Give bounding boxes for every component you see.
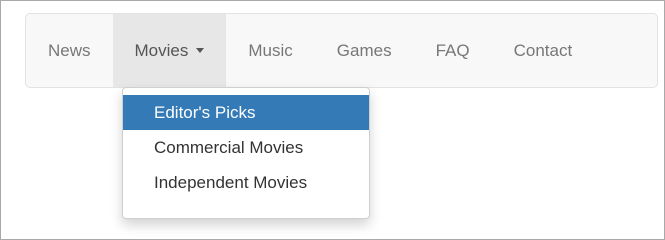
screenshot-frame: News Movies Music Games FAQ Contact Edit…	[0, 0, 665, 240]
nav-item-games[interactable]: Games	[315, 14, 414, 87]
nav-item-music[interactable]: Music	[226, 14, 314, 87]
caret-down-icon	[196, 48, 205, 53]
navbar: News Movies Music Games FAQ Contact	[25, 13, 658, 88]
nav-item-label: FAQ	[435, 40, 470, 60]
nav-list: News Movies Music Games FAQ Contact	[26, 14, 657, 87]
dropdown-item-independent-movies[interactable]: Independent Movies	[123, 165, 369, 200]
nav-item-faq[interactable]: FAQ	[414, 14, 492, 87]
dropdown-item-commercial-movies[interactable]: Commercial Movies	[123, 130, 369, 165]
nav-item-news[interactable]: News	[26, 14, 113, 87]
nav-item-contact[interactable]: Contact	[492, 14, 595, 87]
nav-item-label: Contact	[513, 40, 573, 60]
nav-item-label: News	[48, 40, 91, 60]
dropdown-item-editors-picks[interactable]: Editor's Picks	[123, 95, 369, 130]
nav-item-label: Games	[336, 40, 392, 60]
movies-dropdown-menu: Editor's Picks Commercial Movies Indepen…	[122, 87, 370, 219]
nav-item-movies[interactable]: Movies	[112, 14, 227, 87]
nav-item-label: Movies	[134, 40, 189, 60]
nav-item-label: Music	[248, 40, 293, 60]
